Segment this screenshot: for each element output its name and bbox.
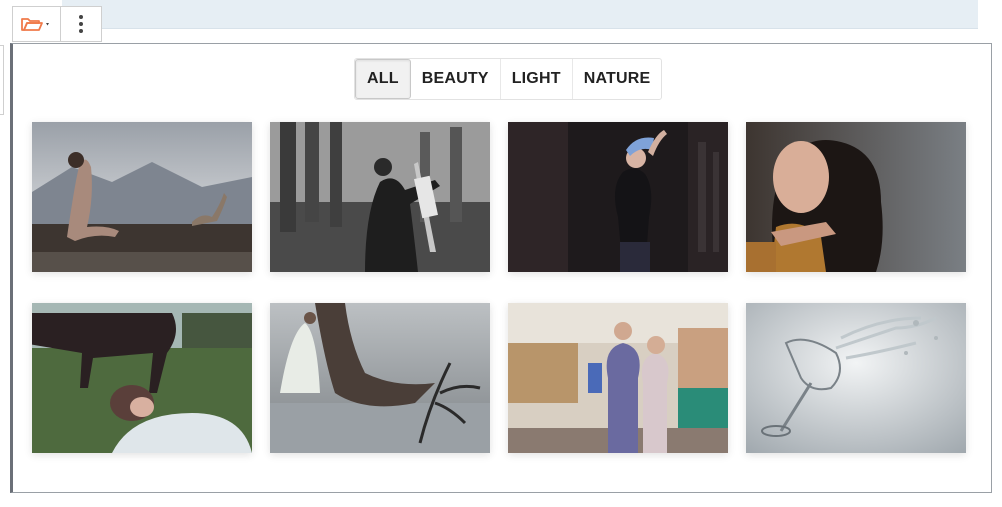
filter-beauty-button[interactable]: BEAUTY xyxy=(411,59,501,99)
filter-bar: ALL BEAUTY LIGHT NATURE xyxy=(354,58,663,100)
gallery-image-6[interactable] xyxy=(270,303,490,453)
gallery-image-1[interactable] xyxy=(32,122,252,272)
caret-down-icon xyxy=(46,23,50,26)
top-strip xyxy=(62,0,978,29)
filter-light-button[interactable]: LIGHT xyxy=(501,59,573,99)
gallery-image-5[interactable] xyxy=(32,303,252,453)
gallery-image-4[interactable] xyxy=(746,122,966,272)
filter-nature-button[interactable]: NATURE xyxy=(573,59,662,99)
folder-button[interactable] xyxy=(13,7,61,41)
left-rule xyxy=(0,45,4,115)
gallery-image-3[interactable] xyxy=(508,122,728,272)
block-toolbar xyxy=(12,6,102,42)
more-options-button[interactable] xyxy=(61,7,101,41)
gallery-block[interactable]: ALL BEAUTY LIGHT NATURE xyxy=(10,43,992,493)
gallery-image-8[interactable] xyxy=(746,303,966,453)
gallery-image-7[interactable] xyxy=(508,303,728,453)
gallery-image-2[interactable] xyxy=(270,122,490,272)
vertical-ellipsis-icon xyxy=(78,15,83,33)
folder-open-icon xyxy=(21,18,50,31)
filter-all-button[interactable]: ALL xyxy=(355,59,411,99)
